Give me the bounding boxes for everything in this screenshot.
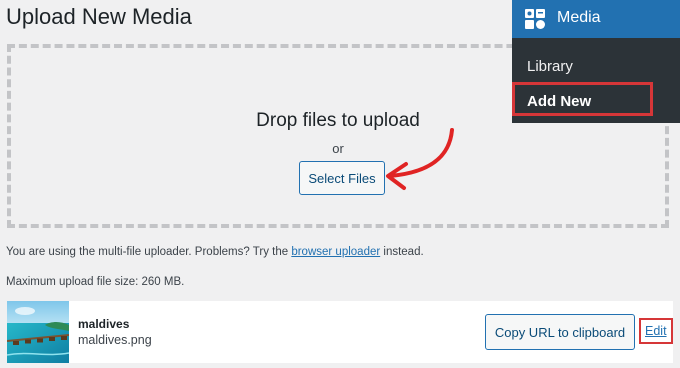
edit-link[interactable]: Edit xyxy=(645,324,667,338)
max-upload-size: Maximum upload file size: 260 MB. xyxy=(6,276,185,288)
upload-item-title: maldives xyxy=(78,317,130,331)
select-files-button[interactable]: Select Files xyxy=(299,161,385,195)
maldives-thumbnail xyxy=(7,301,69,363)
upload-item: maldives maldives.png Copy URL to clipbo… xyxy=(7,301,673,363)
browser-uploader-link[interactable]: browser uploader xyxy=(291,246,380,258)
multi-uploader-info: You are using the multi-file uploader. P… xyxy=(6,246,424,258)
menu-header-media[interactable]: Media xyxy=(512,0,680,38)
add-new-highlight: Add New xyxy=(512,82,653,116)
menu-item-add-new[interactable]: Add New xyxy=(527,93,591,110)
multi-uploader-text: You are using the multi-file uploader. P… xyxy=(6,246,289,258)
upload-item-filename: maldives.png xyxy=(78,333,152,347)
page-title: Upload New Media xyxy=(6,4,192,29)
menu-item-library[interactable]: Library xyxy=(527,58,573,75)
media-icon xyxy=(525,9,545,29)
edit-highlight: Edit xyxy=(639,318,673,344)
multi-uploader-text-end: instead. xyxy=(383,246,424,258)
or-text: or xyxy=(332,141,344,156)
admin-menu-media: Media Library Add New xyxy=(512,0,680,123)
menu-header-label: Media xyxy=(557,9,601,26)
copy-url-button[interactable]: Copy URL to clipboard xyxy=(485,314,635,350)
